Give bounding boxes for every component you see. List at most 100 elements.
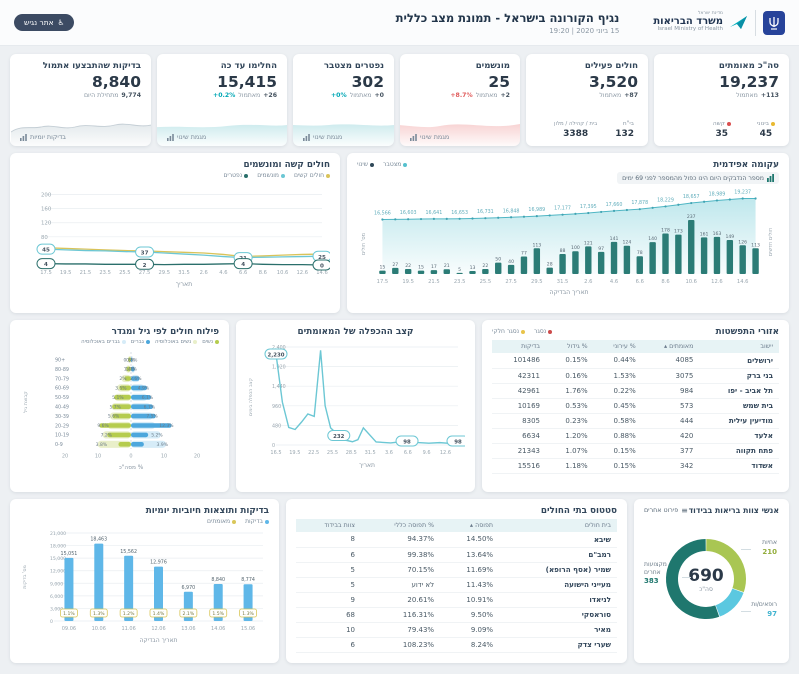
legend-item[interactable]: חולים קשים [294,172,330,179]
table-cell: 0.15% [593,443,642,459]
table-row[interactable]: ירושלים 4085 0.44% 0.15% 101486 [492,353,779,369]
trend-sparkline [11,123,151,146]
table-cell: 9.50% [440,607,500,623]
others-detail-toggle[interactable]: ≡ פירוט אחרים [644,506,688,515]
column-header[interactable]: % גידול [545,340,594,353]
table-row[interactable]: שיבא 14.50% 94.37% 8 [296,532,617,548]
column-header[interactable]: בית חולים [499,519,617,532]
svg-text:124: 124 [623,240,632,246]
donut-area: 690 סה"כ אחיות 210 רופאים/ות 97 מקצועות … [644,519,779,641]
table-cell: 0.45% [593,398,642,414]
doubling-chart-canvas[interactable]: 04809601,4401,9202,4002,230232989816.519… [246,337,465,473]
legend-item[interactable]: מצטבר [383,161,408,168]
table-cell: 444 [641,413,700,429]
charts-row-1: עקומה אפידמית מצטבר שינוי מספר הנדבקים הי… [10,153,789,313]
svg-text:4: 4 [241,262,245,268]
svg-text:7.5%: 7.5% [146,414,158,420]
table-cell: 0.44% [593,353,642,369]
svg-text:10.06: 10.06 [92,626,106,632]
severe-chart-canvas[interactable]: 80 120 160 200 17.5 19.5 21.5 23.5 25.5 27.5 29.5 3… [20,179,330,293]
kpi-delta-suffix: מאתמול [736,92,758,99]
kpi-title: בדיקות שהתבצעו אתמול [42,61,141,71]
svg-text:17,177: 17,177 [554,206,571,212]
column-header[interactable]: מאומתים ▴ [641,340,700,353]
table-cell: 573 [641,398,700,414]
svg-text:% מסה"כ: % מסה"כ [118,465,143,471]
table-row[interactable]: שערי צדק 8.24% 108.23% 6 [296,637,617,653]
column-header[interactable]: % עירוני [593,340,642,353]
table-row[interactable]: פתח תקווה 377 0.15% 1.07% 21343 [492,443,779,459]
kpi-card-ventilated[interactable]: מונשמים 25 +2 מאתמול +8.7% מגמת שינוי [400,54,520,146]
kpi-card-active[interactable]: חולים פעילים 3,520 +87 מאתמול בי"ח 132 בי… [526,54,648,146]
table-cell: 8 [296,532,361,548]
column-header[interactable]: יישוב [699,340,779,353]
table-row[interactable]: שמיר (אסף הרופא) 11.69% 70.15% 5 [296,562,617,578]
trend-link[interactable]: מגמת שינוי [410,133,449,141]
pyramid-chart-canvas[interactable]: +90 0.8% 0.3% 80-89 1.4% 1.1% 70-79 2% 2.6% 60-69… [20,345,219,473]
others-detail-label: פירוט אחרים [644,507,679,514]
epidemic-chart-canvas[interactable]: 15 27 22 15 17 21 5 13 22 50 40 77 113 28 88 100 121 97 14… [357,184,779,296]
column-header[interactable]: תפוסה ▴ [440,519,500,532]
svg-text:5.2%: 5.2% [151,433,163,439]
column-header[interactable]: בדיקות [492,340,546,353]
table-row[interactable]: מאיר 9.09% 79.43% 10 [296,622,617,638]
legend-item[interactable]: נסגר [534,328,553,335]
kpi-card-confirmed[interactable]: סה"כ מאומתים 19,237 +113 מאתמול בינוני 45… [654,54,789,146]
svg-text:173: 173 [674,229,683,235]
svg-text:18,229: 18,229 [657,197,674,203]
accessibility-button[interactable]: ♿ אתר נגיש [14,14,75,31]
header: מדינת ישראל משרד הבריאות Israel Ministry… [0,0,799,46]
table-row[interactable]: לניאדו 10.91% 20.61% 9 [296,592,617,608]
svg-text:40-49: 40-49 [55,405,69,411]
svg-text:77: 77 [521,250,527,256]
trend-link[interactable]: מגמת שינוי [167,133,206,141]
svg-text:15,000: 15,000 [50,556,66,562]
table-cell: 0.15% [593,458,642,474]
legend-item[interactable]: מאומתים [207,518,237,525]
table-row[interactable]: סוראסקי 9.50% 116.31% 68 [296,607,617,623]
table-row[interactable]: רמב"ם 13.64% 99.38% 6 [296,547,617,563]
svg-text:25.5: 25.5 [480,279,492,285]
svg-text:31.5: 31.5 [557,279,569,285]
svg-text:200: 200 [41,193,52,199]
column-header[interactable]: צוות בבידוד [296,519,361,532]
table-cell: 0.88% [593,428,642,444]
ministry-bird-icon [730,15,747,29]
kpi-card-tests[interactable]: בדיקות שהתבצעו אתמול 8,840 9,774 מתחילת ה… [10,54,151,146]
trend-link[interactable]: מגמת שינוי [303,133,342,141]
table-row[interactable]: אלעד 420 0.88% 1.20% 6634 [492,428,779,444]
column-header[interactable]: % תפוסה כללי [360,519,441,532]
table-row[interactable]: מודיעין עילית 444 0.58% 0.23% 8305 [492,413,779,429]
kpi-card-recovered[interactable]: החלימו עד כה 15,415 +26 מאתמול +0.2% מגמת … [157,54,287,146]
svg-text:98: 98 [403,440,411,446]
legend-item[interactable]: בדיקות [245,518,269,525]
legend-dot-icon [215,340,219,344]
table-row[interactable]: תל אביב - יפו 984 0.22% 1.76% 42961 [492,383,779,399]
svg-text:2: 2 [143,263,147,269]
page-datetime: 15 ביוני 2020 | 19:20 [549,26,620,35]
legend-label: בדיקות [245,518,263,525]
svg-text:50: 50 [495,257,501,263]
kpi-card-deaths[interactable]: נפטרים מצטבר 302 +0 מאתמול +0% מגמת שינוי [293,54,394,146]
svg-text:13.06: 13.06 [181,626,195,632]
table-row[interactable]: מעייני הישועה 11.43% לא ידוע 5 [296,577,617,593]
table-cell: 79.43% [360,622,441,638]
legend-item[interactable]: מונשמים [257,172,285,179]
legend-label: שינוי [357,161,368,168]
svg-text:1,920: 1,920 [272,365,286,371]
tests-chart-canvas[interactable]: 0 3,000 6,000 9,000 12,000 15,000 18,000 21,000… [20,525,269,649]
trend-link[interactable]: בדיקות יומיות [20,133,66,141]
table-cell: 1.20% [545,428,594,444]
table-row[interactable]: בית שמש 573 0.45% 0.53% 10169 [492,398,779,414]
table-cell: שיבא [499,532,617,548]
table-cell: 42961 [492,383,546,399]
table-row[interactable]: אשדוד 342 0.15% 1.18% 15516 [492,458,779,474]
table-cell: 10169 [492,398,546,414]
legend-item[interactable]: נפטרים [223,172,249,179]
age-gender-card: פילוח חולים לפי גיל ומגדר נשים נשים באוכל… [10,320,229,492]
legend-item[interactable]: שינוי [357,161,374,168]
svg-text:16,566: 16,566 [374,210,391,216]
table-row[interactable]: בני ברק 3075 1.53% 0.16% 42311 [492,368,779,384]
legend-item[interactable]: נסגר חלקי [492,328,525,335]
kpi-delta: +26 [263,92,277,99]
